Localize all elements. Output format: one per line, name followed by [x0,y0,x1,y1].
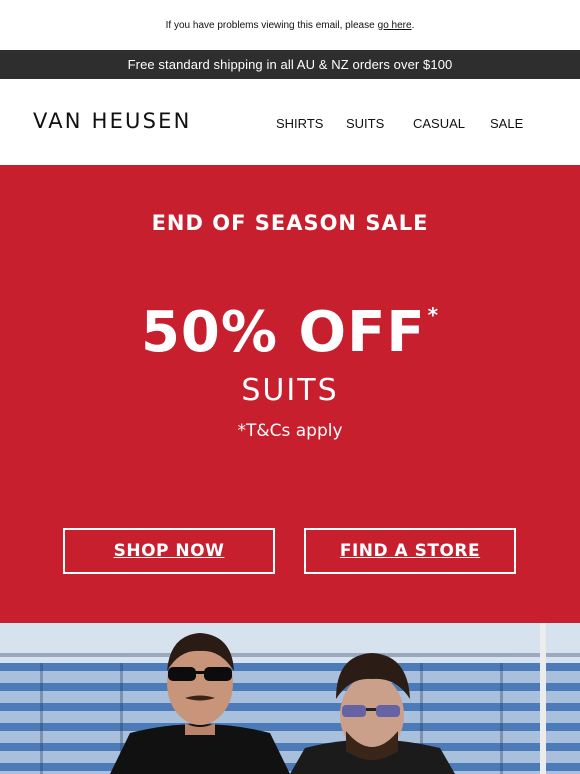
preheader-tail: . [411,19,415,31]
hero-terms: *T&Cs apply [237,421,343,441]
stadium-photo-illustration [0,623,580,774]
hero-eyebrow: END OF SEASON SALE [151,211,429,235]
find-a-store-button[interactable]: FIND A STORE [304,528,516,574]
preheader-link[interactable]: go here [378,20,412,31]
nav-item-sale[interactable]: SALE [490,116,523,131]
preheader-text: If you have problems viewing this email,… [165,19,375,31]
hero-subhead: SUITS [241,373,339,408]
hero-headline: 50% OFF * [0,305,580,361]
nav-item-shirts[interactable]: SHIRTS [276,116,323,131]
site-header: VAN HEUSEN SHIRTS SUITS CASUAL SALE [0,79,580,165]
hero-photo[interactable] [0,623,580,774]
nav-item-casual[interactable]: CASUAL [413,116,465,131]
preheader: If you have problems viewing this email,… [0,0,580,50]
shipping-banner: Free standard shipping in all AU & NZ or… [0,50,580,79]
shipping-banner-text: Free standard shipping in all AU & NZ or… [127,57,453,72]
hero-headline-text: 50% OFF [140,300,426,365]
main-nav: SHIRTS SUITS CASUAL SALE [0,116,580,132]
hero-headline-asterisk: * [427,303,440,327]
sale-hero: END OF SEASON SALE 50% OFF * SUITS *T&Cs … [0,165,580,623]
nav-item-suits[interactable]: SUITS [346,116,384,131]
shop-now-button[interactable]: SHOP NOW [63,528,275,574]
